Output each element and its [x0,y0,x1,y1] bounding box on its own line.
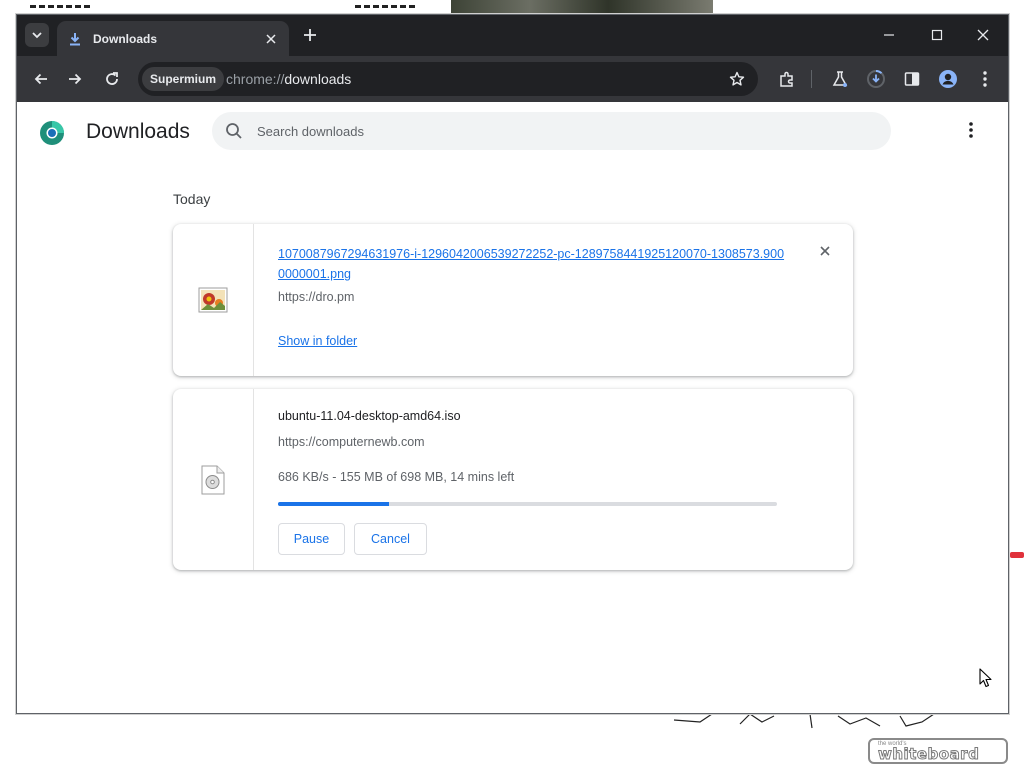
tab-downloads[interactable]: Downloads [57,21,289,56]
browser-window: Downloads Supermium chrome://downloads D… [16,14,1009,714]
url-path: downloads [284,71,352,87]
image-file-icon [198,287,228,313]
labs-flask-icon[interactable] [830,69,850,89]
toolbar: Supermium chrome://downloads [17,56,1008,102]
url-scheme: chrome:// [226,71,285,87]
maximize-button[interactable] [923,23,951,47]
url-text[interactable]: chrome://downloads [226,71,351,87]
close-icon [977,29,989,41]
desktop-scribble [355,2,415,12]
pause-button[interactable]: Pause [278,523,345,555]
show-in-folder-link[interactable]: Show in folder [278,334,357,348]
new-tab-button[interactable] [300,25,320,45]
desktop-photo [451,0,713,14]
tab-title: Downloads [93,31,158,46]
file-icon-column [173,224,254,376]
whiteboard-logo: the world's whiteboard [868,738,1008,764]
reload-button[interactable] [100,67,124,91]
site-info-chip[interactable]: Supermium [142,67,225,91]
tab-search-button[interactable] [25,23,49,47]
date-header: Today [173,191,211,207]
profile-avatar-icon[interactable] [938,69,958,89]
forward-button[interactable] [63,67,87,91]
minimize-button[interactable] [875,23,903,47]
download-item: ubuntu-11.04-desktop-amd64.iso https://c… [173,389,853,570]
arrow-left-icon [34,73,47,85]
desktop-red-mark [1010,552,1024,558]
maximize-icon [931,29,943,41]
download-progress-icon[interactable] [866,69,886,89]
close-window-button[interactable] [969,23,997,47]
back-button[interactable] [29,67,53,91]
download-progress-fill [278,502,389,506]
source-url: https://computernewb.com [278,435,425,449]
toolbar-separator [811,70,812,88]
downloads-page: Downloads Today 1070087967294 [17,102,1008,713]
cancel-button[interactable]: Cancel [354,523,427,555]
search-icon [226,123,242,139]
download-item: 1070087967294631976-i-129604200653927225… [173,224,853,376]
browser-menu-icon[interactable] [975,69,995,89]
reload-icon [106,72,118,85]
downloads-menu-button[interactable] [961,120,981,140]
download-status: 686 KB/s - 155 MB of 698 MB, 14 mins lef… [278,470,515,484]
page-title: Downloads [86,120,190,143]
title-bar: Downloads [17,15,1008,56]
supermium-logo-icon [40,121,64,145]
minimize-icon [884,34,894,36]
desktop-handwriting [673,713,935,729]
file-name: ubuntu-11.04-desktop-amd64.iso [278,409,461,423]
bookmark-star-icon[interactable] [728,70,746,88]
disc-image-file-icon [201,465,225,494]
address-bar[interactable]: Supermium chrome://downloads [138,62,758,96]
side-panel-icon[interactable] [902,69,922,89]
close-tab-icon[interactable] [263,31,279,47]
download-progress-bar [278,502,777,506]
desktop-scribble [30,2,90,12]
file-name-link[interactable]: 1070087967294631976-i-129604200653927225… [278,244,788,284]
mouse-cursor-icon [979,668,992,688]
logo-wordmark: whiteboard [878,745,980,763]
chevron-down-icon [32,32,42,39]
search-bar[interactable] [212,112,891,150]
file-icon-column [173,389,254,570]
plus-icon [304,29,316,41]
download-icon [67,31,83,47]
more-vert-icon [969,122,973,138]
close-icon [820,246,830,256]
remove-download-button[interactable] [816,242,834,260]
extensions-icon[interactable] [777,69,797,89]
arrow-right-icon [69,73,82,85]
search-input[interactable] [257,112,857,150]
source-url: https://dro.pm [278,290,355,304]
